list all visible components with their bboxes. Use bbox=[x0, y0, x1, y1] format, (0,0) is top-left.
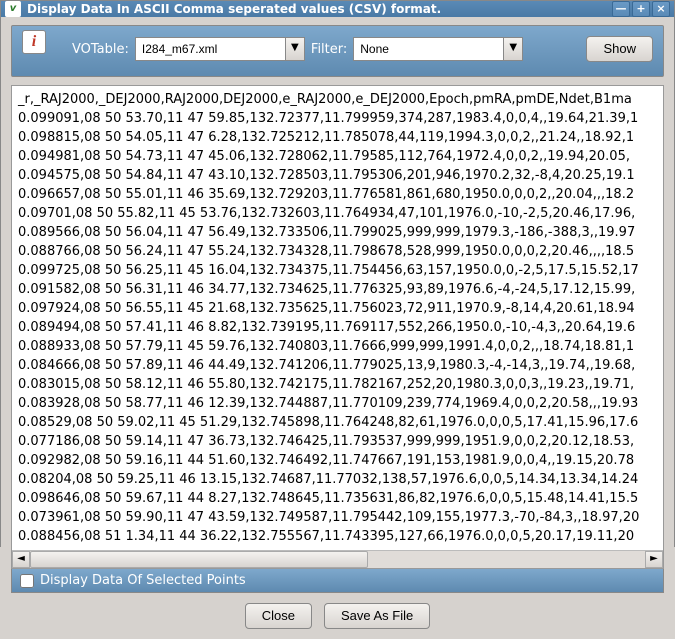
csv-line: 0.099725,08 50 56.25,11 45 16.04,132.734… bbox=[18, 261, 657, 280]
options-row: Display Data Of Selected Points bbox=[11, 569, 664, 593]
csv-line: 0.08204,08 50 59.25,11 46 13.15,132.7468… bbox=[18, 470, 657, 489]
csv-line: 0.088933,08 50 57.79,11 45 59.76,132.740… bbox=[18, 337, 657, 356]
csv-line: 0.094575,08 50 54.84,11 47 43.10,132.728… bbox=[18, 166, 657, 185]
save-as-file-button[interactable]: Save As File bbox=[324, 603, 430, 629]
dialog-window: v Display Data In ASCII Comma seperated … bbox=[0, 0, 675, 547]
filter-label: Filter: bbox=[311, 42, 347, 57]
scroll-track[interactable] bbox=[30, 551, 645, 568]
csv-line: 0.083928,08 50 58.77,11 46 12.39,132.744… bbox=[18, 394, 657, 413]
csv-line: 0.098815,08 50 54.05,11 47 6.28,132.7252… bbox=[18, 128, 657, 147]
filter-combo[interactable]: ▼ bbox=[353, 37, 523, 61]
votable-label: VOTable: bbox=[72, 42, 129, 57]
close-window-button[interactable]: × bbox=[652, 1, 670, 17]
csv-line: 0.077186,08 50 59.14,11 47 36.73,132.746… bbox=[18, 432, 657, 451]
minimize-button[interactable]: — bbox=[612, 1, 630, 17]
csv-text-content[interactable]: _r,_RAJ2000,_DEJ2000,RAJ2000,DEJ2000,e_R… bbox=[12, 86, 663, 550]
csv-line: 0.073961,08 50 59.90,11 47 43.59,132.749… bbox=[18, 508, 657, 527]
csv-line: 0.097924,08 50 56.55,11 45 21.68,132.735… bbox=[18, 299, 657, 318]
csv-line: 0.096657,08 50 55.01,11 46 35.69,132.729… bbox=[18, 185, 657, 204]
csv-line: 0.089494,08 50 57.41,11 46 8.82,132.7391… bbox=[18, 318, 657, 337]
filter-input[interactable] bbox=[353, 37, 503, 61]
csv-line: 0.092982,08 50 59.16,11 44 51.60,132.746… bbox=[18, 451, 657, 470]
selected-points-label: Display Data Of Selected Points bbox=[40, 573, 246, 588]
csv-line: 0.088766,08 50 56.24,11 47 55.24,132.734… bbox=[18, 242, 657, 261]
csv-line: 0.09701,08 50 55.82,11 45 53.76,132.7326… bbox=[18, 204, 657, 223]
toolbar-panel: i VOTable: ▼ Filter: ▼ Show bbox=[11, 25, 664, 77]
csv-line: 0.08529,08 50 59.02,11 45 51.29,132.7458… bbox=[18, 413, 657, 432]
close-button[interactable]: Close bbox=[245, 603, 312, 629]
show-button[interactable]: Show bbox=[586, 36, 653, 62]
scroll-thumb[interactable] bbox=[30, 551, 368, 568]
csv-line: 0.084666,08 50 57.89,11 46 44.49,132.741… bbox=[18, 356, 657, 375]
csv-line: 0.088456,08 51 1.34,11 44 36.22,132.7555… bbox=[18, 527, 657, 546]
button-row: Close Save As File bbox=[11, 593, 664, 629]
csv-line: 0.094981,08 50 54.73,11 47 45.06,132.728… bbox=[18, 147, 657, 166]
selected-points-checkbox[interactable] bbox=[20, 574, 34, 588]
horizontal-scrollbar[interactable]: ◄ ► bbox=[12, 550, 663, 568]
csv-line: 0.089566,08 50 56.04,11 47 56.49,132.733… bbox=[18, 223, 657, 242]
app-icon: v bbox=[5, 1, 21, 17]
csv-line: 0.099091,08 50 53.70,11 47 59.85,132.723… bbox=[18, 109, 657, 128]
content-area: i VOTable: ▼ Filter: ▼ Show _r,_RAJ2000,… bbox=[1, 17, 674, 639]
csv-data-viewer: _r,_RAJ2000,_DEJ2000,RAJ2000,DEJ2000,e_R… bbox=[11, 85, 664, 569]
scroll-left-icon[interactable]: ◄ bbox=[12, 551, 30, 568]
csv-line: 0.091582,08 50 56.31,11 46 34.77,132.734… bbox=[18, 280, 657, 299]
votable-combo[interactable]: ▼ bbox=[135, 37, 305, 61]
filter-dropdown-icon[interactable]: ▼ bbox=[503, 37, 523, 61]
csv-line: 0.098646,08 50 59.67,11 44 8.27,132.7486… bbox=[18, 489, 657, 508]
titlebar[interactable]: v Display Data In ASCII Comma seperated … bbox=[1, 1, 674, 17]
window-title: Display Data In ASCII Comma seperated va… bbox=[27, 2, 610, 16]
votable-dropdown-icon[interactable]: ▼ bbox=[285, 37, 305, 61]
maximize-button[interactable]: + bbox=[632, 1, 650, 17]
info-icon[interactable]: i bbox=[22, 30, 46, 54]
scroll-right-icon[interactable]: ► bbox=[645, 551, 663, 568]
csv-line: _r,_RAJ2000,_DEJ2000,RAJ2000,DEJ2000,e_R… bbox=[18, 90, 657, 109]
csv-line: 0.083015,08 50 58.12,11 46 55.80,132.742… bbox=[18, 375, 657, 394]
votable-input[interactable] bbox=[135, 37, 285, 61]
